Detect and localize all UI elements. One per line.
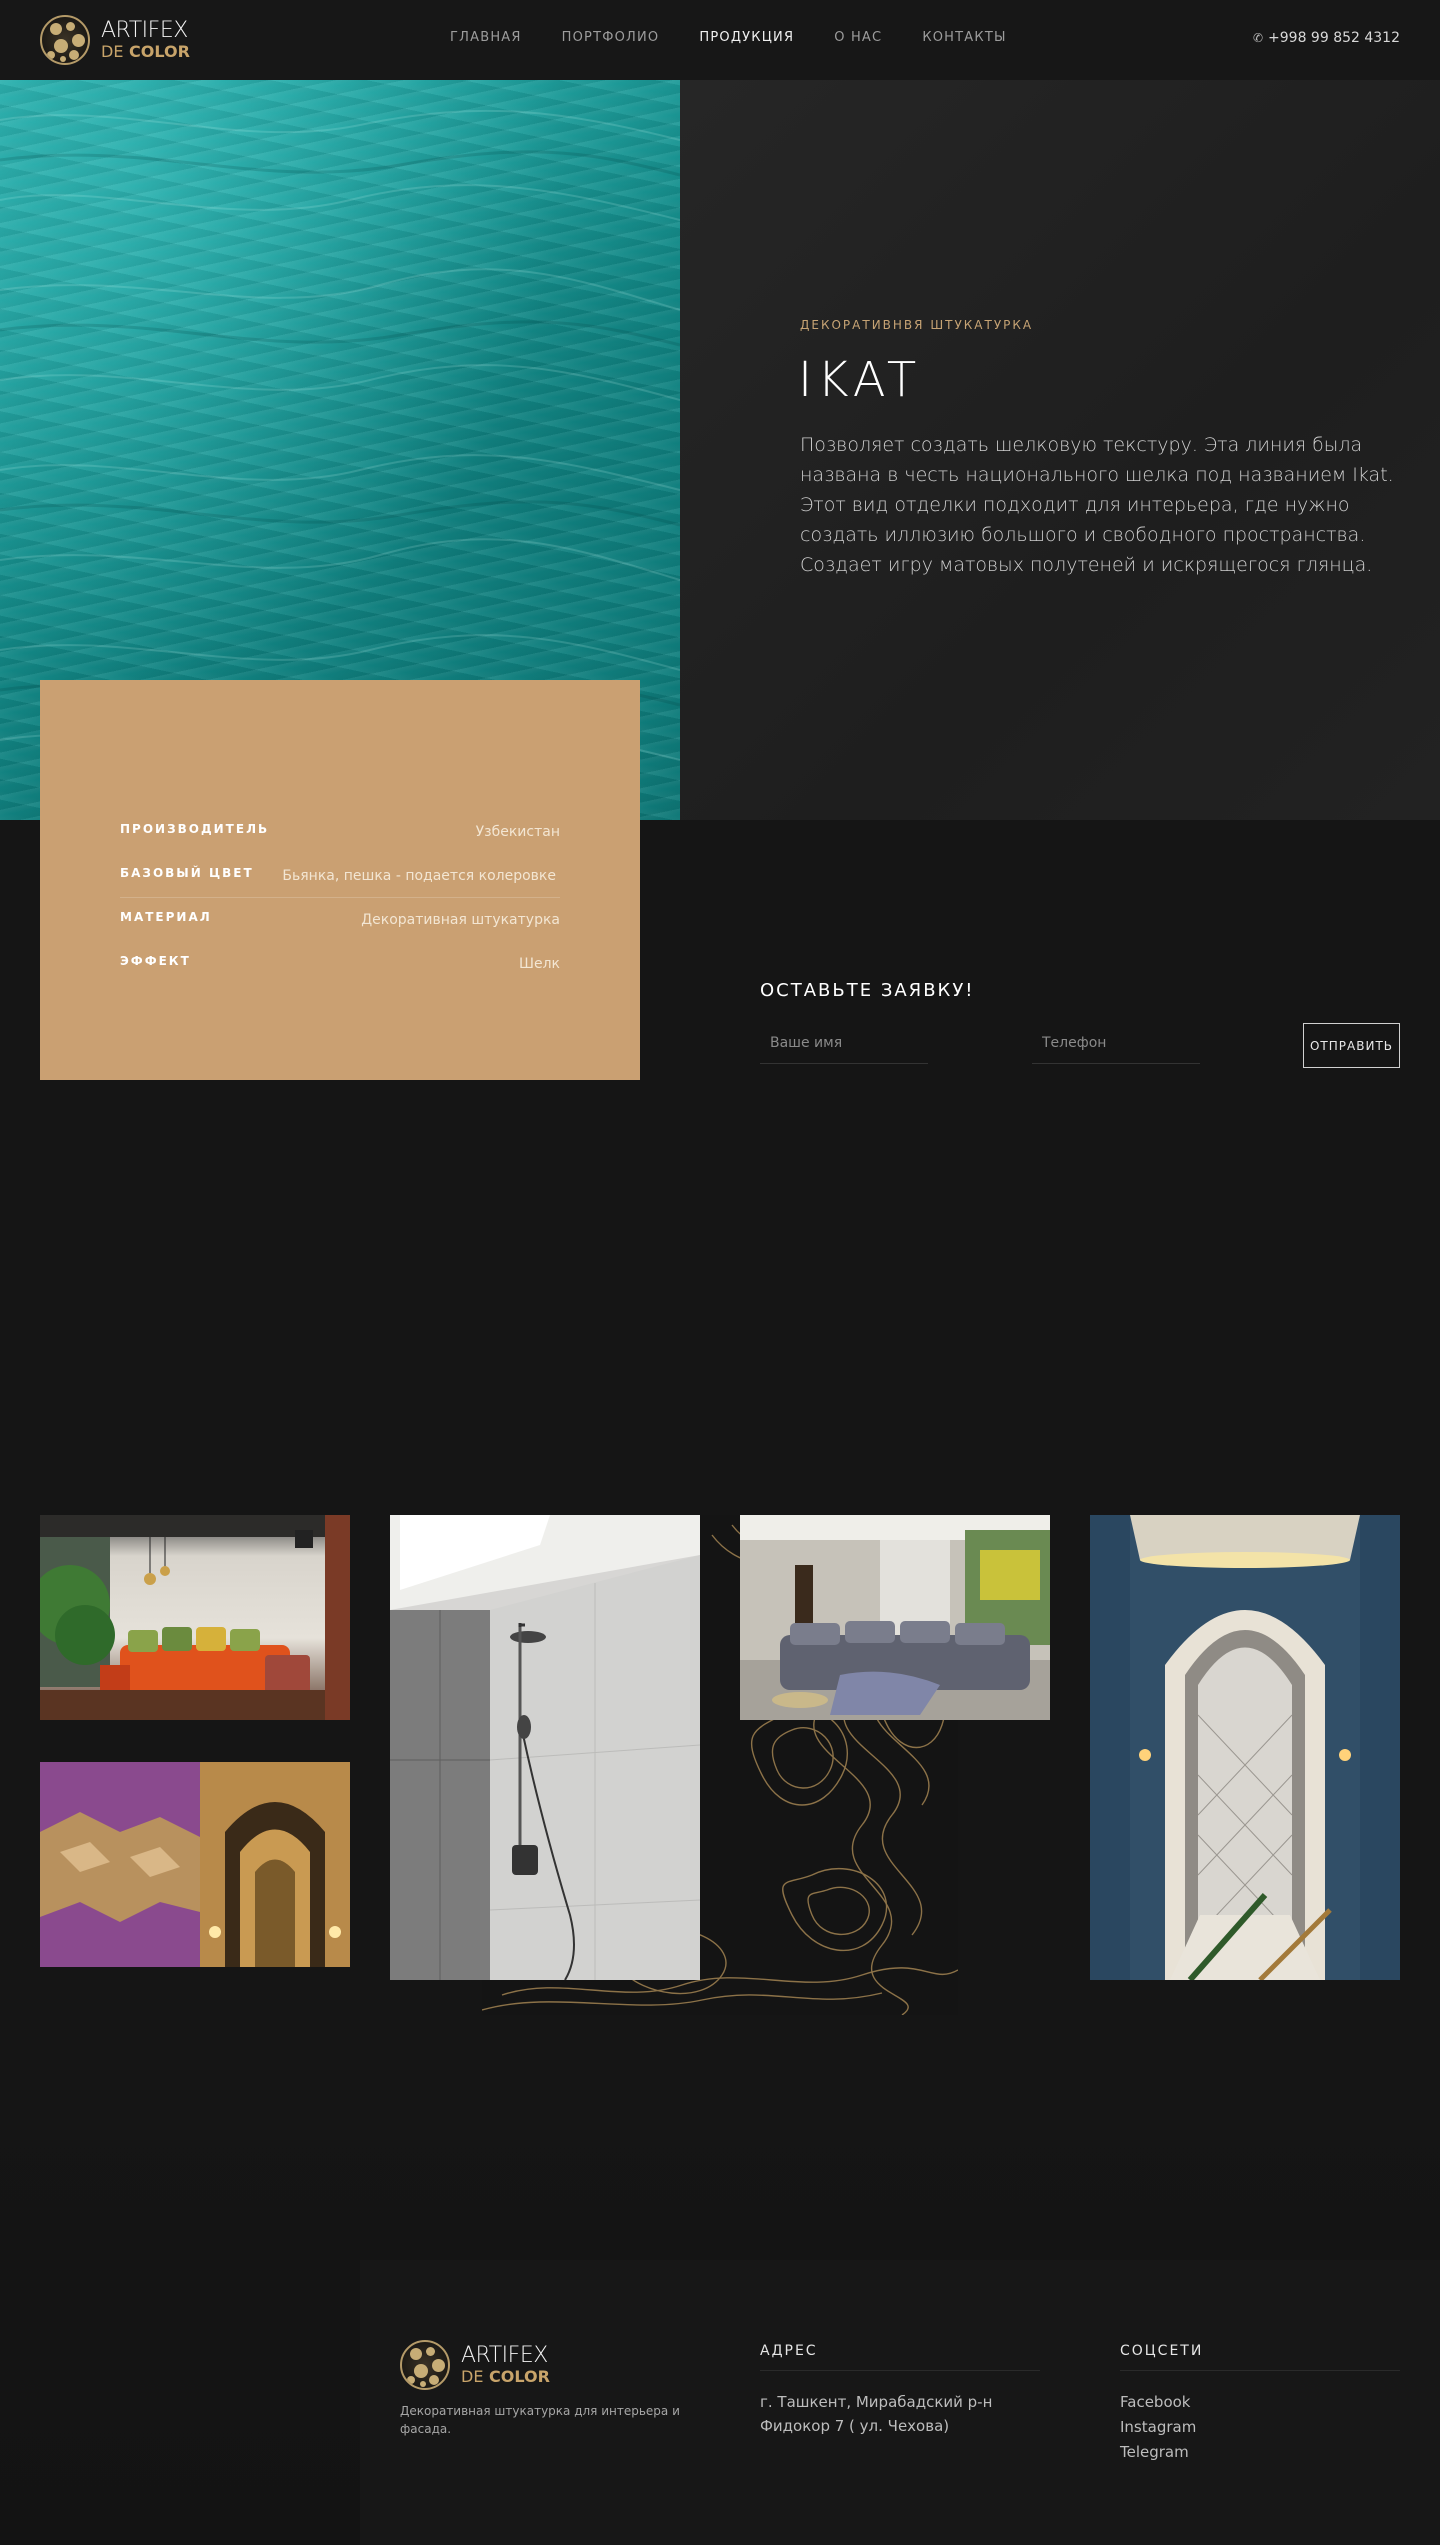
- divider: [1120, 2370, 1400, 2371]
- footer-description: Декоративная штукатурка для интерьера и …: [400, 2404, 680, 2436]
- spec-key: МАТЕРИАЛ: [120, 910, 212, 924]
- social-link-telegram[interactable]: Telegram: [1120, 2440, 1196, 2465]
- phone-icon: ✆: [1252, 31, 1264, 45]
- footer-social-heading: СОЦСЕТИ: [1120, 2343, 1204, 2359]
- arch-corridor-illustration: [40, 1762, 350, 1967]
- submit-button[interactable]: ОТПРАВИТЬ: [1303, 1023, 1400, 1068]
- gallery-photo-staircase[interactable]: [1090, 1515, 1400, 1980]
- footer-address: г. Ташкент, Мирабадский р-н Фидокор 7 ( …: [760, 2390, 992, 2438]
- nav-about[interactable]: О НАС: [834, 30, 882, 45]
- spec-value: Узбекистан: [475, 824, 560, 840]
- brand-name: ARTIFEX: [101, 18, 188, 43]
- gallery-photo-lounge[interactable]: [740, 1515, 1050, 1720]
- spec-row-effect: ЭФФЕКТ Шелк: [120, 942, 560, 986]
- gallery-photo-living-room[interactable]: [40, 1515, 350, 1720]
- divider: [760, 2370, 1040, 2371]
- footer-social-links: Facebook Instagram Telegram: [1120, 2390, 1196, 2465]
- nav-contacts[interactable]: КОНТАКТЫ: [922, 30, 1006, 45]
- brand-name: ARTIFEX: [461, 2343, 548, 2368]
- spec-key: ПРОИЗВОДИТЕЛЬ: [120, 822, 270, 836]
- phone-input[interactable]: [1032, 1022, 1200, 1064]
- logo-emblem-icon: [40, 15, 90, 65]
- header-phone[interactable]: ✆ +998 99 852 4312: [1253, 30, 1400, 46]
- address-line-2: Фидокор 7 ( ул. Чехова): [760, 2417, 950, 2435]
- phone-number: +998 99 852 4312: [1268, 30, 1400, 46]
- header: ARTIFEX DE COLOR ГЛАВНАЯ ПОРТФОЛИО ПРОДУ…: [0, 0, 1440, 80]
- social-link-instagram[interactable]: Instagram: [1120, 2415, 1196, 2440]
- living-room-illustration: [40, 1515, 350, 1720]
- brand-wordmark: ARTIFEX DE COLOR: [101, 20, 190, 60]
- footer-address-heading: АДРЕС: [760, 2343, 818, 2359]
- request-form-title: ОСТАВЬТЕ ЗАЯВКУ!: [760, 980, 975, 1001]
- spec-key: ЭФФЕКТ: [120, 954, 191, 968]
- staircase-illustration: [1090, 1515, 1400, 1980]
- gallery-photo-shower[interactable]: [390, 1515, 700, 1980]
- spec-row-base-color: БАЗОВЫЙ ЦВЕТ Бьянка, пешка - подается ко…: [120, 854, 560, 898]
- address-line-1: г. Ташкент, Мирабадский р-н: [760, 2393, 993, 2411]
- brand-subname: DE COLOR: [461, 2367, 550, 2386]
- spec-row-material: МАТЕРИАЛ Декоративная штукатурка: [120, 898, 560, 942]
- brand-logo[interactable]: ARTIFEX DE COLOR: [40, 15, 190, 65]
- nav-products[interactable]: ПРОДУКЦИЯ: [699, 30, 794, 45]
- lounge-illustration: [740, 1515, 1050, 1720]
- gallery-photo-arch-corridor[interactable]: [40, 1762, 350, 1967]
- product-category: ДЕКОРАТИВНВЯ ШТУКАТУРКА: [800, 318, 1034, 332]
- brand-subname: DE COLOR: [101, 42, 190, 61]
- spec-key: БАЗОВЫЙ ЦВЕТ: [120, 866, 254, 880]
- shower-illustration: [390, 1515, 700, 1980]
- nav-home[interactable]: ГЛАВНАЯ: [450, 30, 522, 45]
- hero-info-panel: ДЕКОРАТИВНВЯ ШТУКАТУРКА IKAT Позволяет с…: [680, 80, 1440, 820]
- product-description: Позволяет создать шелковую текстуру. Эта…: [800, 434, 1394, 576]
- product-specs-card: ПРОИЗВОДИТЕЛЬ Узбекистан БАЗОВЫЙ ЦВЕТ Бь…: [40, 680, 640, 1080]
- social-link-facebook[interactable]: Facebook: [1120, 2390, 1196, 2415]
- product-title: IKAT: [798, 352, 922, 408]
- brand-wordmark: ARTIFEX DE COLOR: [461, 2345, 550, 2385]
- spec-value: Декоративная штукатурка: [361, 912, 560, 928]
- logo-emblem-icon: [400, 2340, 450, 2390]
- spec-value: Бьянка, пешка - подается колеровке: [282, 868, 556, 884]
- spec-row-manufacturer: ПРОИЗВОДИТЕЛЬ Узбекистан: [120, 810, 560, 854]
- main-nav: ГЛАВНАЯ ПОРТФОЛИО ПРОДУКЦИЯ О НАС КОНТАК…: [450, 30, 1047, 45]
- nav-portfolio[interactable]: ПОРТФОЛИО: [562, 30, 660, 45]
- spec-value: Шелк: [519, 956, 560, 972]
- name-input[interactable]: [760, 1022, 928, 1064]
- footer-brand-logo[interactable]: ARTIFEX DE COLOR: [400, 2340, 550, 2390]
